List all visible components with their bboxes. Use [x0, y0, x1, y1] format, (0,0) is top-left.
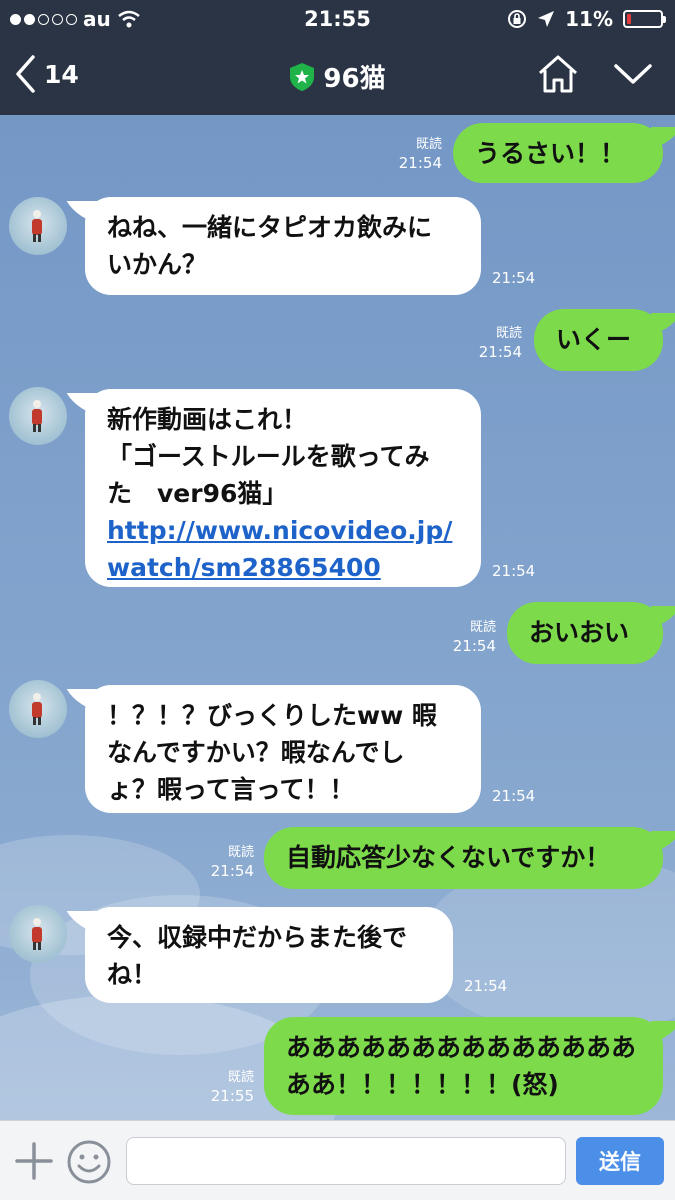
read-receipt: 既読	[227, 845, 254, 860]
received-message-bubble[interactable]: ！？！？びっくりしたww 暇 なんですかい？暇なんでし ょ？暇って言って！！	[85, 685, 481, 813]
message-line: ねね、一緒にタピオカ飲みに	[107, 213, 433, 242]
message-line: た ver96猫」	[107, 479, 288, 508]
sent-message-bubble[interactable]: うるさい！！	[453, 123, 663, 183]
message-text: おいおい	[529, 618, 630, 647]
message-time: 21:54	[398, 154, 442, 172]
video-link[interactable]: http://www.nicovideo.jp/	[107, 512, 459, 549]
message-time: 21:54	[452, 637, 496, 655]
message-line: ね！	[107, 960, 158, 989]
contact-avatar[interactable]	[9, 197, 67, 255]
message-time: 21:54	[464, 977, 508, 995]
sent-message-bubble[interactable]: いくー	[534, 309, 663, 371]
emoji-icon[interactable]	[66, 1139, 112, 1185]
chevron-down-icon[interactable]	[613, 62, 653, 86]
message-meta: 既読 21:54	[192, 843, 254, 881]
contact-avatar[interactable]	[9, 387, 67, 445]
location-arrow-icon	[538, 11, 555, 27]
status-right: 11%	[507, 7, 666, 31]
contact-avatar[interactable]	[9, 680, 67, 738]
message-line: 今、収録中だからまた後で	[107, 923, 408, 952]
chat-header: 14 96猫	[0, 38, 675, 115]
message-input[interactable]	[126, 1137, 566, 1185]
message-text: いくー	[556, 325, 632, 354]
message-line: ああ！！！！！！！(怒)	[286, 1070, 559, 1099]
message-line: いかん？	[107, 250, 208, 279]
message-time: 21:54	[478, 343, 522, 361]
message-time: 21:54	[492, 562, 536, 580]
header-actions	[537, 54, 653, 94]
read-receipt: 既読	[469, 620, 496, 635]
plus-icon[interactable]	[14, 1141, 54, 1181]
message-meta: 既読 21:54	[460, 324, 522, 362]
message-input-bar: 送信	[0, 1120, 675, 1200]
read-receipt: 既読	[227, 1070, 254, 1085]
received-message-bubble[interactable]: ねね、一緒にタピオカ飲みに いかん？	[85, 197, 481, 295]
message-text: うるさい！！	[475, 139, 626, 168]
chat-title: 96猫	[323, 64, 386, 94]
message-line: ああああああああああああああ	[286, 1033, 637, 1062]
read-receipt: 既読	[415, 137, 442, 152]
battery-percent: 11%	[565, 7, 613, 31]
message-line: 「ゴーストルールを歌ってみ	[107, 442, 430, 471]
home-icon[interactable]	[537, 54, 579, 94]
message-line: なんですかい？暇なんでし	[107, 738, 405, 767]
battery-icon	[623, 10, 666, 28]
sent-message-bubble[interactable]: 自動応答少なくないですか！	[264, 827, 663, 889]
message-time: 21:54	[210, 862, 254, 880]
read-receipt: 既読	[495, 326, 522, 341]
message-line: 新作動画はこれ！	[107, 405, 308, 434]
received-message-bubble[interactable]: 今、収録中だからまた後で ね！	[85, 907, 453, 1003]
message-meta: 既読 21:55	[192, 1068, 254, 1106]
rotation-lock-icon	[508, 10, 527, 28]
status-bar: au 21:55 11%	[0, 0, 675, 38]
contact-avatar[interactable]	[9, 905, 67, 963]
send-button[interactable]: 送信	[576, 1137, 664, 1185]
message-time: 21:55	[210, 1087, 254, 1105]
message-line: ょ？暇って言って！！	[107, 775, 355, 804]
sent-message-bubble[interactable]: ああああああああああああああ ああ！！！！！！！(怒)	[264, 1017, 663, 1115]
message-meta: 既読 21:54	[380, 135, 442, 173]
message-time: 21:54	[492, 787, 536, 805]
chat-scroll-area[interactable]: 既読 21:54 うるさい！！ ねね、一緒にタピオカ飲みに いかん？ 21:54…	[0, 115, 675, 1120]
message-meta: 既読 21:54	[434, 618, 496, 656]
received-message-bubble[interactable]: 新作動画はこれ！ 「ゴーストルールを歌ってみ た ver96猫」 http://…	[85, 389, 481, 587]
message-text: 自動応答少なくないですか！	[286, 843, 611, 872]
video-link[interactable]: watch/sm28865400	[107, 549, 459, 586]
message-line: ！？！？びっくりしたww 暇	[107, 701, 437, 730]
official-star-badge-icon	[290, 62, 315, 91]
sent-message-bubble[interactable]: おいおい	[507, 602, 663, 664]
message-time: 21:54	[492, 269, 536, 287]
